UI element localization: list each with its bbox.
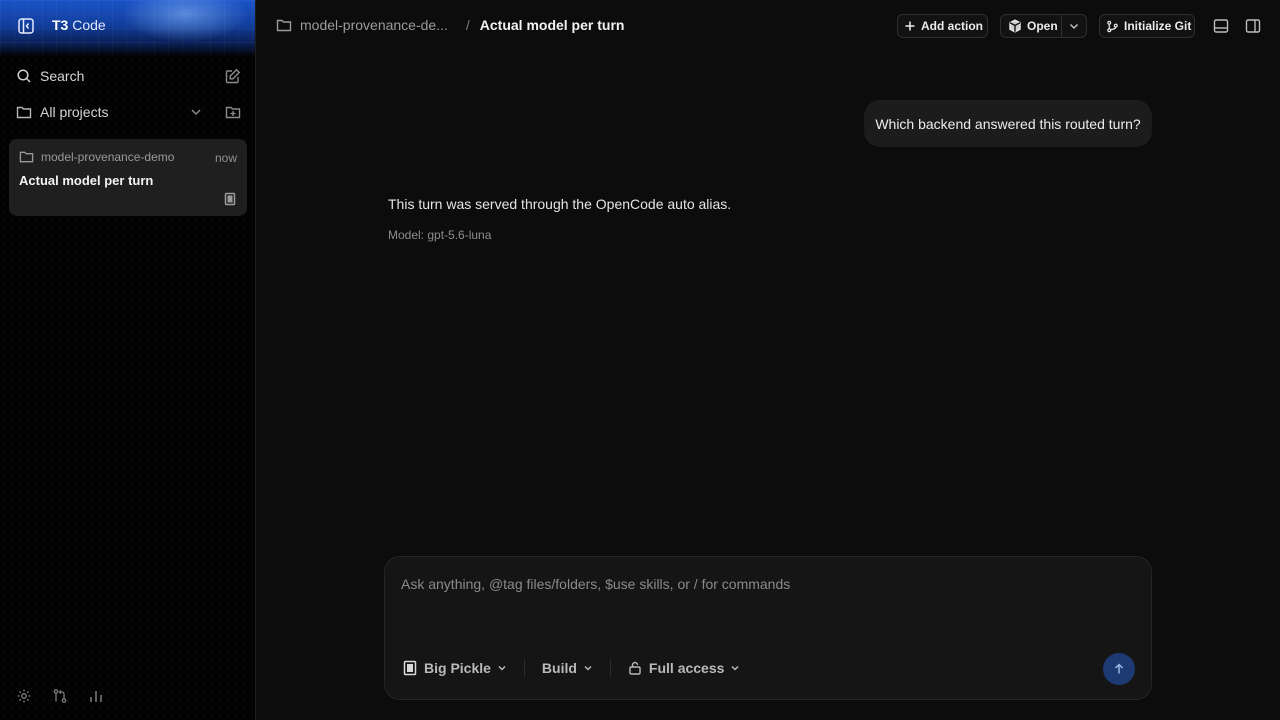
git-compare-icon[interactable] [52, 688, 68, 704]
chevron-down-icon [1068, 20, 1080, 32]
thread-time: now [214, 151, 237, 165]
bar-chart-icon[interactable] [88, 688, 104, 704]
initialize-git-button[interactable]: Initialize Git [1099, 14, 1195, 38]
send-button[interactable] [1103, 653, 1135, 685]
thread-project: model-provenance-demo [19, 149, 174, 164]
folder-icon [19, 149, 34, 164]
model-icon [403, 660, 417, 676]
search-row[interactable]: Search [16, 64, 241, 88]
git-branch-icon [1106, 20, 1119, 33]
search-icon [16, 68, 32, 84]
model-label: Big Pickle [424, 660, 491, 676]
add-folder-icon[interactable] [225, 104, 241, 120]
plus-icon [904, 20, 916, 32]
new-thread-icon[interactable] [225, 68, 241, 84]
access-picker[interactable]: Full access [628, 660, 741, 676]
chevron-down-icon[interactable] [189, 105, 203, 119]
user-message-text: Which backend answered this routed turn? [875, 115, 1141, 132]
thread-item[interactable]: model-provenance-demo now Actual model p… [9, 139, 247, 216]
toolbar-divider [609, 659, 611, 677]
side-panel-icon[interactable] [1245, 18, 1261, 34]
add-action-label: Add action [921, 19, 983, 33]
brand-grid-pattern [0, 0, 255, 56]
composer-toolbar: Big Pickle Build Full access [403, 656, 740, 680]
cube-icon [1008, 19, 1022, 33]
arrow-up-icon [1113, 663, 1125, 675]
gear-icon[interactable] [16, 688, 32, 704]
composer: Big Pickle Build [384, 556, 1152, 700]
folder-icon [16, 104, 32, 120]
breadcrumb: model-provenance-de... / Actual model pe… [276, 17, 624, 33]
sidebar: T3 Code Search All projects model-proven… [0, 0, 256, 720]
mode-label: Build [541, 660, 577, 676]
app-brand: T3 Code [52, 17, 106, 33]
assistant-message: This turn was served through the OpenCod… [388, 196, 732, 212]
chevron-down-icon [497, 663, 507, 673]
thread-project-name: model-provenance-demo [41, 149, 175, 164]
terminal-icon [223, 192, 237, 206]
open-button-group: Open [1000, 14, 1087, 38]
thread-title: Actual model per turn [19, 173, 154, 188]
open-button[interactable]: Open [1001, 15, 1061, 37]
model-picker[interactable]: Big Pickle [403, 660, 507, 676]
toolbar-divider [523, 659, 525, 677]
sidebar-footer [16, 688, 104, 704]
folder-icon [276, 17, 292, 33]
composer-input[interactable] [401, 576, 1121, 592]
breadcrumb-separator: / [465, 17, 470, 33]
sidebar-toggle-icon[interactable] [16, 16, 36, 36]
breadcrumb-project-label: model-provenance-de... [300, 17, 448, 33]
app-window: T3 Code Search All projects model-proven… [0, 0, 1280, 720]
open-menu-toggle[interactable] [1060, 15, 1086, 37]
mode-picker[interactable]: Build [542, 660, 593, 676]
open-label: Open [1027, 19, 1058, 33]
projects-row[interactable]: All projects [16, 100, 241, 124]
add-action-button[interactable]: Add action [897, 14, 988, 38]
breadcrumb-project[interactable]: model-provenance-de... [276, 17, 448, 33]
breadcrumb-current: Actual model per turn [479, 17, 625, 33]
top-bar: model-provenance-de... / Actual model pe… [256, 0, 1280, 52]
brand-header [0, 0, 255, 56]
initialize-git-label: Initialize Git [1124, 19, 1192, 33]
assistant-model-meta: Model: gpt-5.6-luna [388, 228, 492, 242]
brand-suffix: Code [72, 17, 106, 33]
access-label: Full access [648, 660, 725, 676]
search-label: Search [40, 68, 85, 84]
lock-open-icon [628, 661, 642, 675]
chevron-down-icon [730, 663, 740, 673]
projects-label: All projects [40, 104, 109, 120]
chevron-down-icon [583, 663, 593, 673]
brand-name: T3 [52, 17, 69, 33]
user-message: Which backend answered this routed turn? [864, 100, 1152, 147]
bottom-panel-icon[interactable] [1213, 18, 1229, 34]
main-panel: model-provenance-de... / Actual model pe… [256, 0, 1280, 720]
